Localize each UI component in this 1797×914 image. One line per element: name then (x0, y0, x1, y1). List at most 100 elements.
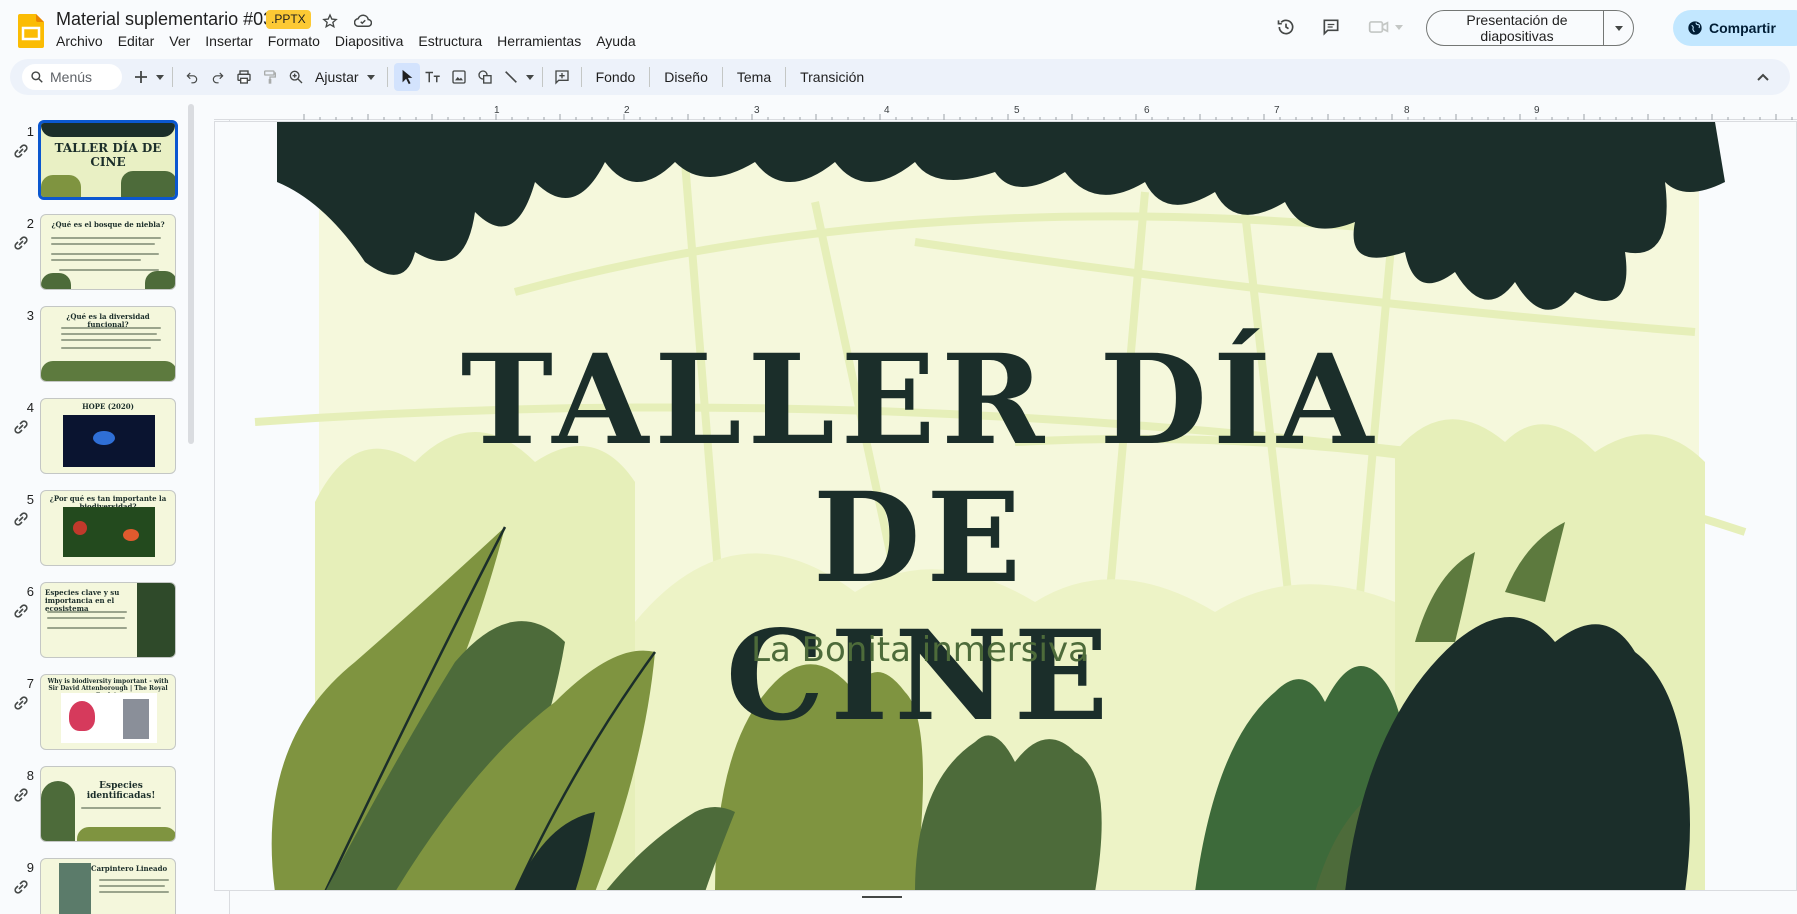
foliage-leaf (41, 273, 71, 289)
select-tool-icon[interactable] (393, 63, 420, 91)
filmstrip-slide[interactable]: 1 TALLER DÍA DE CINE (0, 120, 200, 200)
scroll-thumb[interactable] (862, 896, 902, 898)
line-icon[interactable] (498, 63, 524, 91)
video-still (69, 701, 95, 731)
thumbnail-text-line (51, 237, 161, 239)
background-button[interactable]: Fondo (588, 63, 644, 91)
slide-thumbnail[interactable]: ¿Qué es la diversidad funcional? (40, 306, 176, 382)
thumbnail-text-line (51, 253, 159, 255)
meet-dropdown-icon[interactable] (1392, 16, 1406, 38)
chevron-down-icon (366, 74, 375, 80)
slide-number: 8 (26, 768, 34, 783)
toolbar-divider (785, 67, 787, 87)
thumbnail-text-line (47, 611, 127, 613)
new-slide-icon[interactable] (128, 63, 154, 91)
video-still (123, 699, 149, 739)
undo-icon[interactable] (179, 63, 205, 91)
thumbnail-text-line (61, 327, 161, 329)
theme-button[interactable]: Tema (729, 63, 779, 91)
thumbnail-text-line (51, 243, 155, 245)
thumbnail-text-line (81, 807, 161, 809)
ruler-label: 4 (884, 105, 890, 116)
toolbar-divider (386, 67, 388, 87)
meet-video-icon[interactable] (1368, 16, 1390, 38)
menu-herramientas[interactable]: Herramientas (497, 32, 588, 50)
menu-search-input[interactable]: Menús (22, 64, 122, 90)
slide-number: 4 (26, 400, 34, 415)
paint-format-icon[interactable] (257, 63, 283, 91)
menu-estructura[interactable]: Estructura (418, 32, 489, 50)
menu-ayuda[interactable]: Ayuda (596, 32, 642, 50)
ruler-label: 8 (1404, 105, 1410, 116)
menu-diapositiva[interactable]: Diapositiva (335, 32, 410, 50)
zoom-icon[interactable] (283, 63, 309, 91)
slide-thumbnail[interactable]: ¿Qué es el bosque de niebla? (40, 214, 176, 290)
slide-thumbnail[interactable]: Why is biodiversity important - with Sir… (40, 674, 176, 750)
foliage-leaf (145, 271, 175, 289)
menu-insertar[interactable]: Insertar (205, 32, 259, 50)
menu-editar[interactable]: Editar (118, 32, 162, 50)
ruler-label: 5 (1014, 105, 1020, 116)
filmstrip-slide[interactable]: 6 Especies clave y su importancia en el … (0, 580, 200, 660)
transition-button[interactable]: Transición (792, 63, 872, 91)
thumbnail-text-line (61, 339, 161, 341)
slide-thumbnail[interactable]: Especies identificadas! (40, 766, 176, 842)
thumbnail-title: Carpintero Lineado (91, 864, 168, 873)
thumbnail-title: HOPE (2020) (82, 402, 134, 411)
slide-thumbnail[interactable]: Especies clave y su importancia en el ec… (40, 582, 176, 658)
insert-image-icon[interactable] (446, 63, 472, 91)
filmstrip-slide[interactable]: 7 Why is biodiversity important - with S… (0, 672, 200, 752)
linked-slide-icon (14, 512, 28, 526)
menu-archivo[interactable]: Archivo (56, 32, 110, 50)
cloud-status-icon[interactable] (352, 10, 374, 32)
new-slide-dropdown-icon[interactable] (154, 63, 166, 91)
redo-icon[interactable] (205, 63, 231, 91)
filmstrip-slide[interactable]: 8 Especies identificadas! (0, 764, 200, 844)
zoom-select[interactable]: Ajustar (309, 63, 381, 91)
share-button[interactable]: Compartir (1673, 10, 1797, 46)
slide-thumbnail[interactable]: HOPE (2020) (40, 398, 176, 474)
slideshow-button[interactable]: Presentación de diapositivas (1426, 10, 1634, 46)
print-icon[interactable] (231, 63, 257, 91)
slide-editor[interactable]: TALLER DÍA DE CINE La Bonita inmersiva (214, 121, 1797, 891)
ruler-label: 6 (1144, 105, 1150, 116)
layout-button[interactable]: Diseño (656, 63, 716, 91)
app-header: Material suplementario #03 .PPTX Archivo… (0, 0, 1797, 58)
slideshow-dropdown-icon[interactable] (1603, 11, 1633, 45)
comments-icon[interactable] (1320, 16, 1342, 38)
filmstrip-slide[interactable]: 5 ¿Por qué es tan importante la biodiver… (0, 488, 200, 568)
filmstrip-slide[interactable]: 4 HOPE (2020) (0, 396, 200, 476)
thumbnail-title: Especies clave y su importancia en el ec… (45, 588, 120, 613)
add-comment-icon[interactable] (549, 63, 575, 91)
zoom-label: Ajustar (315, 69, 359, 85)
menu-formato[interactable]: Formato (268, 32, 327, 50)
slide-title[interactable]: TALLER DÍA DE CINE (395, 332, 1445, 746)
foliage-leaf (41, 175, 81, 197)
version-history-icon[interactable] (1275, 16, 1297, 38)
filmstrip-scrollbar[interactable] (188, 104, 194, 444)
filmstrip-slide[interactable]: 2 ¿Qué es el bosque de niebla? (0, 212, 200, 292)
filmstrip-slide[interactable]: 3 ¿Qué es la diversidad funcional? (0, 304, 200, 384)
star-icon[interactable] (319, 10, 341, 32)
ruler-ticks (303, 114, 1793, 120)
canvas-horizontal-scrollbar[interactable] (214, 894, 1797, 902)
slide-subtitle[interactable]: La Bonita inmersiva (595, 630, 1245, 670)
document-title[interactable]: Material suplementario #03 (56, 9, 273, 30)
video-still (123, 529, 139, 541)
line-dropdown-icon[interactable] (524, 63, 536, 91)
linked-slide-icon (14, 604, 28, 618)
slide-thumbnail[interactable]: TALLER DÍA DE CINE (38, 120, 178, 200)
shape-icon[interactable] (472, 63, 498, 91)
slide-thumbnail[interactable]: ¿Por qué es tan importante la biodiversi… (40, 490, 176, 566)
linked-slide-icon (14, 696, 28, 710)
slides-logo-icon[interactable] (18, 14, 44, 48)
collapse-toolbar-icon[interactable] (1750, 63, 1776, 91)
menu-ver[interactable]: Ver (169, 32, 197, 50)
horizontal-ruler: 1 2 3 4 5 6 7 8 9 (214, 104, 1797, 120)
ruler-label: 7 (1274, 105, 1280, 116)
linked-slide-icon (14, 420, 28, 434)
filmstrip-slide[interactable]: 9 Carpintero Lineado (0, 856, 200, 914)
slide-thumbnail[interactable]: Carpintero Lineado (40, 858, 176, 914)
menu-bar: Archivo Editar Ver Insertar Formato Diap… (56, 32, 651, 50)
text-box-icon[interactable] (420, 63, 446, 91)
